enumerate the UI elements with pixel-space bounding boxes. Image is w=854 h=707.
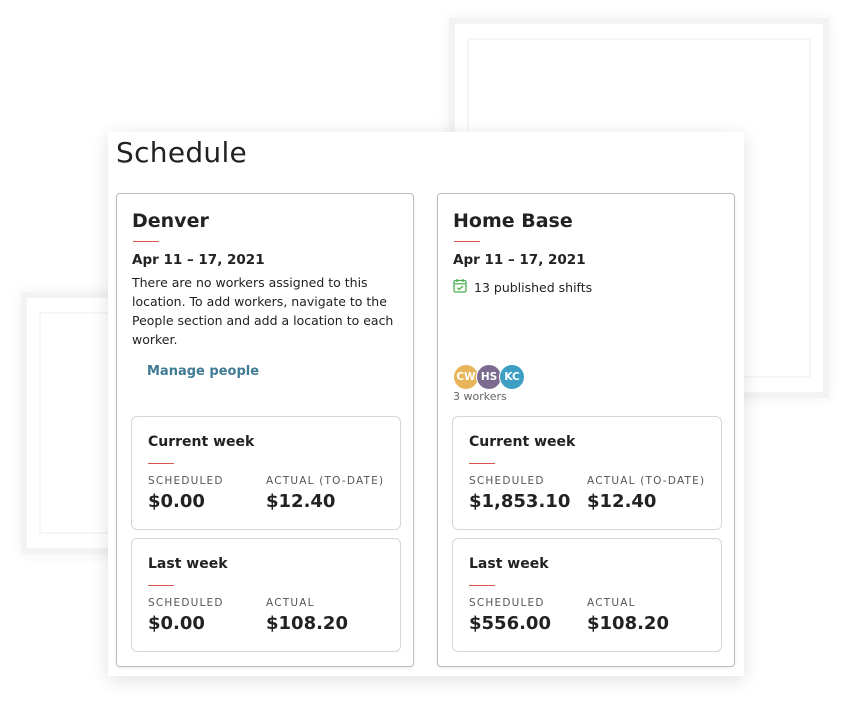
actual-value: $12.40: [266, 491, 336, 512]
week-title-underline: [148, 585, 174, 586]
scheduled-label: SCHEDULED: [148, 475, 224, 487]
actual-value: $108.20: [587, 613, 669, 634]
actual-value: $108.20: [266, 613, 348, 634]
no-workers-message: There are no workers assigned to this lo…: [132, 275, 394, 347]
published-shifts-text: 13 published shifts: [474, 279, 593, 295]
scheduled-value: $556.00: [469, 613, 551, 634]
workers-count: 3 workers: [453, 390, 507, 403]
title-underline: [133, 241, 159, 242]
week-title-underline: [469, 585, 495, 586]
date-range: Apr 11 – 17, 2021: [453, 252, 586, 268]
avatar[interactable]: KC: [499, 364, 525, 390]
location-name: Denver: [132, 210, 209, 232]
scheduled-value: $0.00: [148, 613, 205, 634]
scheduled-label: SCHEDULED: [148, 597, 224, 609]
week-title: Last week: [148, 556, 228, 572]
schedule-panel: Schedule Denver Apr 11 – 17, 2021 There …: [108, 132, 744, 676]
location-card-denver: Denver Apr 11 – 17, 2021 There are no wo…: [116, 193, 414, 667]
scheduled-value: $0.00: [148, 491, 205, 512]
scheduled-label: SCHEDULED: [469, 475, 545, 487]
last-week-box: Last week SCHEDULED $0.00 ACTUAL $108.20: [131, 538, 401, 652]
week-title-underline: [469, 463, 495, 464]
actual-label: ACTUAL (TO-DATE): [587, 475, 706, 487]
title-underline: [454, 241, 480, 242]
last-week-box: Last week SCHEDULED $556.00 ACTUAL $108.…: [452, 538, 722, 652]
scheduled-label: SCHEDULED: [469, 597, 545, 609]
actual-label: ACTUAL (TO-DATE): [266, 475, 385, 487]
worker-avatars: CW HS KC: [453, 364, 525, 390]
week-title: Current week: [469, 434, 576, 450]
manage-people-link[interactable]: Manage people: [147, 364, 259, 379]
current-week-box: Current week SCHEDULED $0.00 ACTUAL (TO-…: [131, 416, 401, 530]
location-card-home-base: Home Base Apr 11 – 17, 2021 13 published…: [437, 193, 735, 667]
actual-label: ACTUAL: [587, 597, 636, 609]
week-title: Current week: [148, 434, 255, 450]
week-title-underline: [148, 463, 174, 464]
week-title: Last week: [469, 556, 549, 572]
current-week-box: Current week SCHEDULED $1,853.10 ACTUAL …: [452, 416, 722, 530]
location-name: Home Base: [453, 210, 573, 232]
actual-label: ACTUAL: [266, 597, 315, 609]
page-title: Schedule: [116, 136, 248, 169]
calendar-check-icon: [453, 278, 467, 296]
actual-value: $12.40: [587, 491, 657, 512]
date-range: Apr 11 – 17, 2021: [132, 252, 265, 268]
published-shifts: 13 published shifts: [453, 278, 592, 296]
scheduled-value: $1,853.10: [469, 491, 571, 512]
